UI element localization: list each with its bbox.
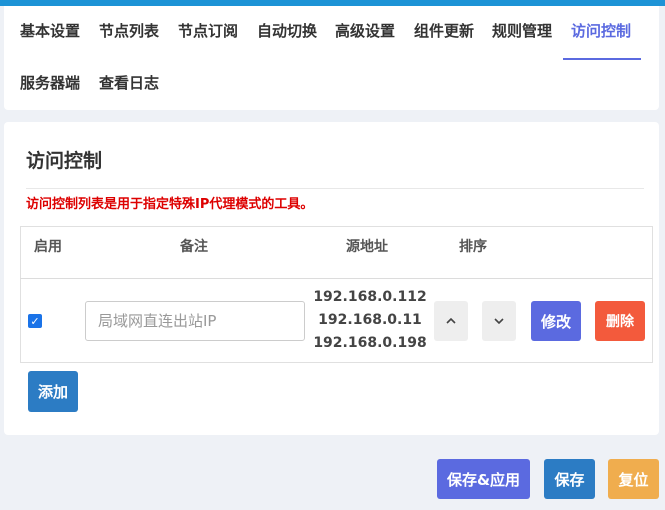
remark-input[interactable] <box>85 301 305 341</box>
tab-node-subscription[interactable]: 节点订阅 <box>178 19 238 43</box>
edit-button[interactable]: 修改 <box>531 301 581 341</box>
reset-button[interactable]: 复位 <box>608 459 659 499</box>
table-header-divider <box>20 278 653 279</box>
tab-access-control[interactable]: 访问控制 <box>571 19 631 43</box>
tab-node-list[interactable]: 节点列表 <box>99 19 159 43</box>
chevron-up-icon <box>446 318 456 324</box>
save-button[interactable]: 保存 <box>544 459 595 499</box>
active-tab-indicator <box>563 58 641 60</box>
move-down-button[interactable] <box>482 301 516 341</box>
tab-auto-switch[interactable]: 自动切换 <box>257 19 317 43</box>
source-address: 192.168.0.198 <box>313 335 427 351</box>
header-sort: 排序 <box>459 239 487 255</box>
tab-rule-management[interactable]: 规则管理 <box>492 19 552 43</box>
tab-component-update[interactable]: 组件更新 <box>414 19 474 43</box>
move-up-button[interactable] <box>434 301 468 341</box>
header-enable: 启用 <box>34 239 62 255</box>
delete-button[interactable]: 删除 <box>595 301 645 341</box>
tab-advanced-settings[interactable]: 高级设置 <box>335 19 395 43</box>
tab-basic-settings[interactable]: 基本设置 <box>20 19 80 43</box>
save-apply-button[interactable]: 保存&应用 <box>437 459 530 499</box>
source-address: 192.168.0.11 <box>318 312 422 328</box>
tab-server-side[interactable]: 服务器端 <box>20 71 80 95</box>
header-source: 源地址 <box>346 239 388 255</box>
section-title: 访问控制 <box>26 150 103 172</box>
enable-checkbox[interactable]: ✓ <box>28 314 42 328</box>
chevron-down-icon <box>494 318 504 324</box>
source-address: 192.168.0.112 <box>313 289 427 305</box>
header-remark: 备注 <box>180 239 208 255</box>
add-button[interactable]: 添加 <box>28 371 78 412</box>
tab-view-logs[interactable]: 查看日志 <box>99 71 159 95</box>
title-divider <box>26 188 644 189</box>
section-description: 访问控制列表是用于指定特殊IP代理模式的工具。 <box>26 197 314 212</box>
